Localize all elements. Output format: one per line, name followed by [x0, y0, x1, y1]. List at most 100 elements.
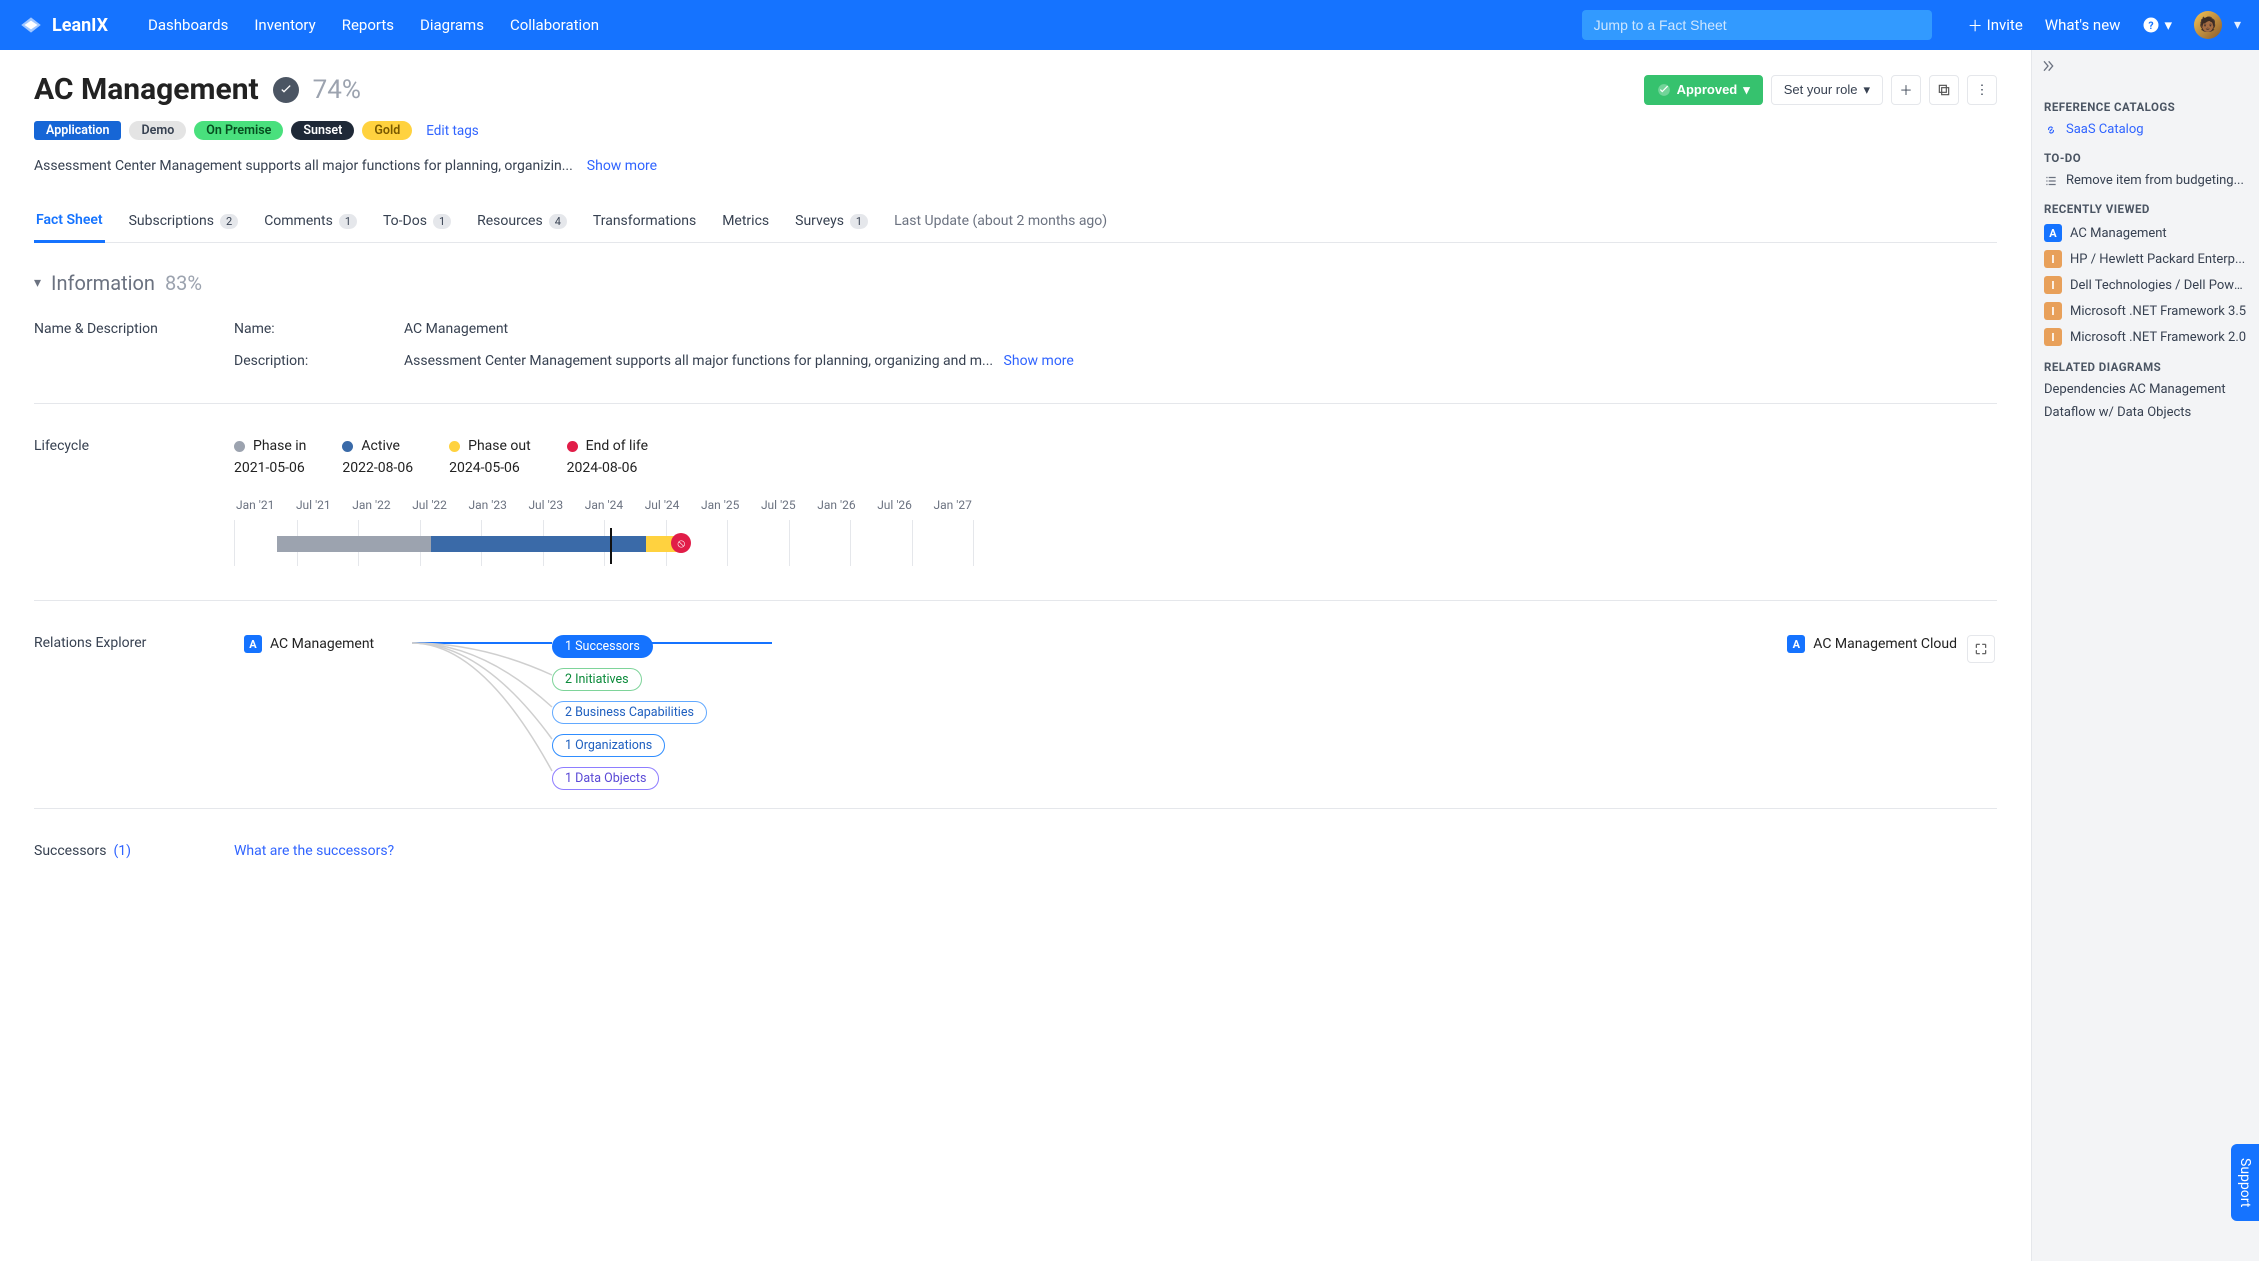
plus-icon: ＋: [1899, 80, 1912, 99]
check-circle-icon: [1657, 83, 1671, 97]
set-role-button[interactable]: Set your role ▾: [1771, 75, 1883, 105]
nav-collaboration[interactable]: Collaboration: [510, 16, 599, 34]
phase-out[interactable]: Phase out 2024-05-06: [449, 438, 531, 476]
help-menu[interactable]: ? ▾: [2142, 16, 2172, 34]
rel-source-node[interactable]: A AC Management: [244, 635, 404, 653]
lifecycle-bar[interactable]: [431, 536, 646, 552]
nav-dashboards[interactable]: Dashboards: [148, 16, 228, 34]
rel-target-node[interactable]: A AC Management Cloud: [1787, 635, 1957, 653]
type-icon: I: [2044, 250, 2062, 268]
collapse-panel-button[interactable]: [2040, 58, 2056, 78]
support-tab[interactable]: Support: [2231, 1144, 2259, 1221]
timeline-track[interactable]: ⦸: [234, 520, 974, 566]
recent-item-label: Microsoft .NET Framework 3.5: [2070, 304, 2246, 319]
invite-label: Invite: [1987, 16, 2023, 34]
approved-button[interactable]: Approved ▾: [1644, 75, 1763, 105]
divider: [34, 808, 1997, 809]
related-diagram-link[interactable]: Dataflow w/ Data Objects: [2044, 405, 2247, 420]
phase-eol[interactable]: End of life 2024-08-06: [567, 438, 648, 476]
tick-label: Jan '21: [236, 498, 274, 512]
rel-chip-organizations[interactable]: 1 Organizations: [552, 734, 665, 757]
successors-question[interactable]: What are the successors?: [234, 843, 1997, 859]
rel-chip-successors[interactable]: 1 Successors: [552, 635, 653, 658]
nav-inventory[interactable]: Inventory: [254, 16, 315, 34]
recent-item[interactable]: IMicrosoft .NET Framework 2.0: [2044, 328, 2247, 346]
tab-subscriptions[interactable]: Subscriptions2: [127, 201, 241, 241]
edit-tags-link[interactable]: Edit tags: [426, 123, 479, 139]
field-group-label: Name & Description: [34, 321, 234, 337]
desc-value-text: Assessment Center Management supports al…: [404, 353, 993, 369]
recent-item-label: HP / Hewlett Packard Enterp...: [2070, 252, 2245, 267]
more-menu-button[interactable]: ⋮: [1967, 75, 1997, 105]
recent-item[interactable]: IDell Technologies / Dell Powe...: [2044, 276, 2247, 294]
factsheet-tabs: Fact Sheet Subscriptions2 Comments1 To-D…: [34, 200, 1997, 243]
tab-surveys[interactable]: Surveys1: [793, 201, 870, 241]
field-name-label: Name:: [234, 321, 404, 337]
field-name-value[interactable]: AC Management: [404, 321, 1997, 337]
phase-name: Phase in: [253, 438, 306, 454]
related-diagram-link[interactable]: Dependencies AC Management: [2044, 382, 2247, 397]
tag-demo[interactable]: Demo: [129, 121, 186, 140]
whats-new-link[interactable]: What's new: [2045, 16, 2121, 34]
tab-label: Transformations: [593, 213, 696, 229]
rel-chip-initiatives[interactable]: 2 Initiatives: [552, 668, 642, 691]
invite-button[interactable]: ＋Invite: [1968, 15, 2023, 36]
rel-chip-data-objects[interactable]: 1 Data Objects: [552, 767, 659, 790]
tab-metrics[interactable]: Metrics: [720, 201, 771, 241]
count-badge: 1: [850, 214, 868, 229]
tag-sunset[interactable]: Sunset: [291, 121, 354, 140]
kebab-icon: ⋮: [1976, 82, 1989, 98]
tags-row: Application Demo On Premise Sunset Gold …: [34, 121, 1997, 140]
lifecycle-bar[interactable]: [277, 536, 431, 552]
tab-factsheet[interactable]: Fact Sheet: [34, 200, 105, 243]
tab-resources[interactable]: Resources4: [475, 201, 569, 241]
recent-item[interactable]: AAC Management: [2044, 224, 2247, 242]
eol-marker[interactable]: ⦸: [671, 533, 691, 553]
leanix-logo-icon: [18, 12, 44, 38]
tick-label: Jul '23: [528, 498, 563, 512]
recent-item[interactable]: I HP / Hewlett Packard Enterp...: [2044, 250, 2247, 268]
tick-label: Jan '26: [817, 498, 855, 512]
phase-active[interactable]: Active 2022-08-06: [342, 438, 413, 476]
side-todo-item[interactable]: Remove item from budgeting...: [2044, 173, 2247, 188]
side-diagrams-title: RELATED DIAGRAMS: [2044, 360, 2247, 374]
phase-name: Phase out: [468, 438, 531, 454]
section-information[interactable]: ▾ Information 83%: [34, 271, 1997, 295]
nav-reports[interactable]: Reports: [342, 16, 394, 34]
lifecycle-legend: Phase in 2021-05-06 Active 2022-08-06 Ph…: [234, 438, 1997, 476]
nav-diagrams[interactable]: Diagrams: [420, 16, 484, 34]
tab-label: Subscriptions: [129, 213, 214, 229]
link-icon: [2044, 123, 2058, 137]
tag-on-premise[interactable]: On Premise: [194, 121, 283, 140]
quality-seal-icon[interactable]: [273, 77, 299, 103]
copy-icon: [1937, 83, 1951, 97]
divider: [34, 403, 1997, 404]
type-icon: I: [2044, 302, 2062, 320]
add-button[interactable]: ＋: [1891, 75, 1921, 105]
brand-logo[interactable]: LeanIX: [18, 12, 108, 38]
tab-comments[interactable]: Comments1: [262, 201, 359, 241]
phase-date: 2024-08-06: [567, 460, 648, 476]
show-more-link[interactable]: Show more: [1004, 353, 1074, 369]
global-search-input[interactable]: [1582, 10, 1932, 40]
set-role-label: Set your role: [1784, 82, 1858, 97]
field-desc-value[interactable]: Assessment Center Management supports al…: [404, 353, 1997, 369]
tab-todos[interactable]: To-Dos1: [381, 201, 453, 241]
tab-transformations[interactable]: Transformations: [591, 201, 698, 241]
successors-label: Successors (1): [34, 843, 234, 859]
dot-icon: [449, 441, 460, 452]
chevron-down-icon: ▾: [1743, 82, 1750, 98]
copy-button[interactable]: [1929, 75, 1959, 105]
recent-item[interactable]: I Microsoft .NET Framework 3.5: [2044, 302, 2247, 320]
phase-date: 2022-08-06: [342, 460, 413, 476]
saas-catalog-link[interactable]: SaaS Catalog: [2044, 122, 2247, 137]
tag-gold[interactable]: Gold: [362, 121, 412, 140]
show-more-link[interactable]: Show more: [587, 158, 657, 174]
phase-in[interactable]: Phase in 2021-05-06: [234, 438, 306, 476]
expand-relations-button[interactable]: [1967, 635, 1995, 663]
chevron-down-icon: ▾: [34, 275, 41, 291]
rel-chip-business-capabilities[interactable]: 2 Business Capabilities: [552, 701, 707, 724]
count-badge: 1: [433, 214, 451, 229]
help-icon: ?: [2142, 16, 2160, 34]
user-avatar[interactable]: 🧑🏾: [2194, 11, 2222, 39]
